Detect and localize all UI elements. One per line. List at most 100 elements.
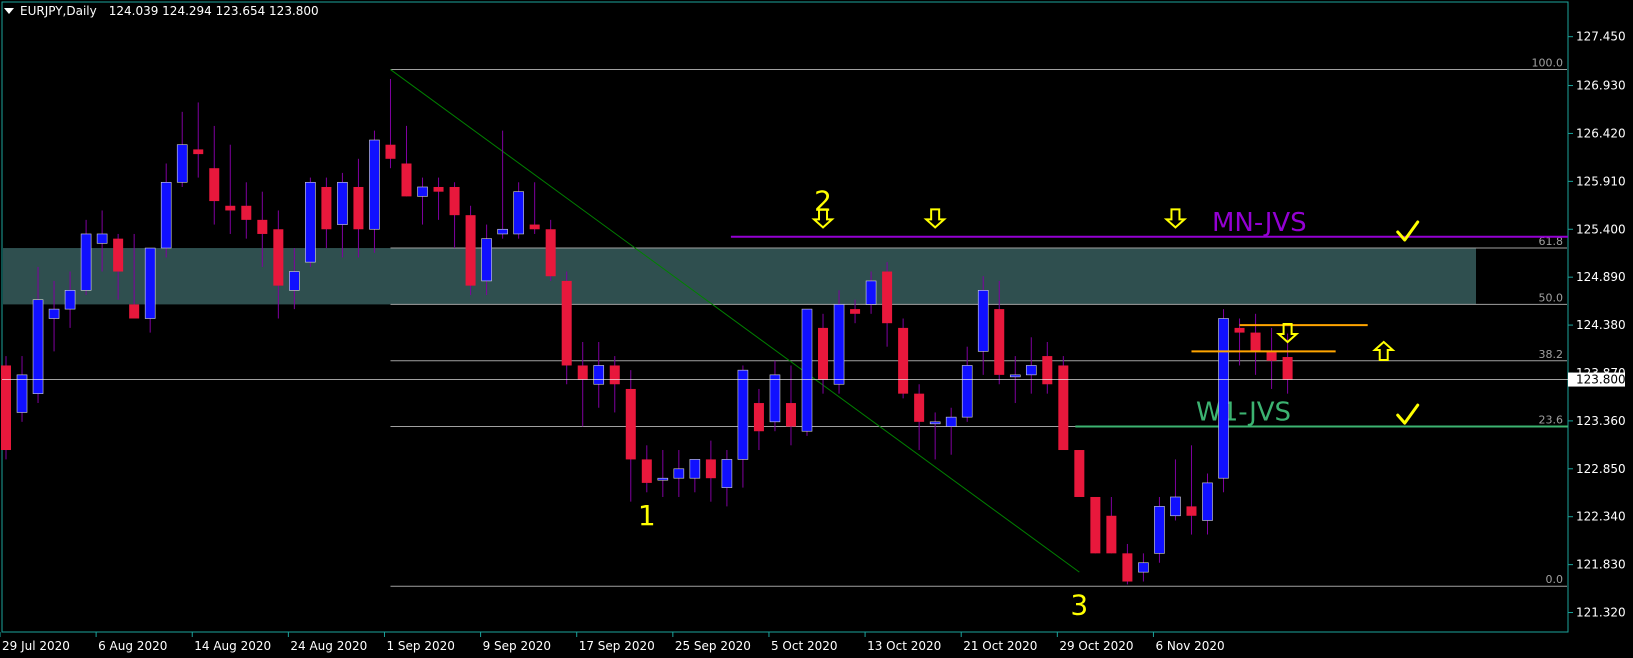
up-arrow-icon — [1372, 340, 1396, 361]
x-tick-label: 9 Sep 2020 — [483, 639, 551, 653]
y-tick-label: 124.890 — [1576, 270, 1626, 284]
bear-candle — [1042, 356, 1053, 385]
bull-candle — [1170, 496, 1181, 517]
x-tick-label: 25 Sep 2020 — [675, 639, 751, 653]
bull-candle — [96, 233, 108, 244]
bull-candle — [305, 181, 316, 263]
bear-candle — [818, 327, 829, 380]
plot-frame — [1, 1, 1569, 633]
bull-candle — [833, 304, 845, 385]
y-tick-label: 125.910 — [1576, 174, 1626, 188]
x-tick-label: 24 Aug 2020 — [290, 639, 367, 653]
bear-candle — [1122, 553, 1133, 582]
bull-candle — [593, 365, 605, 385]
bear-candle — [209, 168, 220, 202]
bear-candle — [225, 205, 236, 211]
price-chart[interactable]: 100.061.850.038.223.60.0MN-JVSW1-JVS2131… — [0, 0, 1633, 658]
wave-label: 3 — [1070, 588, 1088, 621]
bull-candle — [144, 247, 156, 319]
bull-candle — [337, 181, 348, 225]
bull-candle — [1009, 374, 1021, 378]
bear-candle — [1106, 515, 1117, 554]
bear-candle — [433, 186, 444, 192]
bull-candle — [160, 181, 172, 249]
bear-candle — [898, 327, 909, 394]
bull-candle — [64, 290, 76, 310]
fib-label: 23.6 — [1539, 414, 1564, 427]
bull-candle — [801, 308, 813, 432]
bear-candle — [465, 215, 476, 286]
x-tick-label: 29 Oct 2020 — [1059, 639, 1133, 653]
bull-candle — [1202, 482, 1213, 521]
bull-candle — [1218, 318, 1229, 479]
bull-candle — [961, 365, 973, 418]
bear-candle — [449, 186, 460, 216]
bull-candle — [657, 477, 669, 481]
resistance-zone — [3, 248, 1476, 305]
bear-candle — [385, 144, 396, 159]
bear-candle — [785, 403, 796, 427]
bull-candle — [80, 233, 92, 291]
bear-candle — [882, 271, 893, 324]
bear-candle — [994, 309, 1005, 375]
x-tick-label: 17 Sep 2020 — [579, 639, 655, 653]
trend-line — [390, 69, 1080, 573]
bear-candle — [353, 186, 364, 230]
bear-candle — [641, 459, 652, 483]
w1-jvs-label: W1-JVS — [1196, 398, 1291, 428]
wave-label: 1 — [638, 499, 656, 532]
bull-candle — [673, 468, 685, 479]
bull-candle — [1025, 365, 1037, 376]
bear-candle — [1, 365, 11, 451]
bull-candle — [737, 369, 749, 460]
wave-label: 2 — [814, 184, 832, 217]
bear-candle — [129, 304, 140, 319]
bear-candle — [321, 186, 332, 230]
bear-candle — [113, 238, 124, 272]
x-tick-label: 13 Oct 2020 — [867, 639, 941, 653]
bear-candle — [914, 393, 925, 422]
y-tick-label: 125.400 — [1576, 222, 1626, 236]
bear-candle — [193, 149, 204, 155]
bull-candle — [481, 238, 492, 282]
down-arrow-icon — [923, 208, 947, 229]
bear-candle — [609, 365, 620, 385]
bull-candle — [769, 374, 781, 423]
bear-candle — [273, 229, 284, 286]
bear-candle — [1250, 332, 1261, 352]
bull-candle — [929, 421, 941, 425]
bull-candle — [176, 144, 188, 183]
mn-jvs-label: MN-JVS — [1212, 208, 1307, 238]
current-price-value: 123.800 — [1576, 373, 1626, 387]
bear-candle — [1090, 496, 1101, 554]
y-tick-label: 121.320 — [1576, 606, 1626, 620]
bull-candle — [513, 191, 524, 235]
x-tick-label: 29 Jul 2020 — [2, 639, 70, 653]
bear-candle — [1234, 327, 1245, 333]
y-tick-label: 123.360 — [1576, 414, 1626, 428]
bear-candle — [705, 459, 716, 479]
y-tick-label: 126.930 — [1576, 79, 1626, 93]
bear-candle — [241, 205, 252, 220]
x-tick-label: 5 Oct 2020 — [771, 639, 838, 653]
bull-candle — [865, 280, 877, 305]
bull-candle — [48, 308, 60, 319]
bull-candle — [945, 416, 957, 427]
bear-candle — [545, 229, 556, 277]
fib-label: 50.0 — [1539, 291, 1564, 304]
bear-candle — [1186, 506, 1197, 516]
bear-candle — [257, 219, 268, 234]
bull-candle — [689, 459, 701, 479]
x-tick-label: 6 Nov 2020 — [1155, 639, 1224, 653]
bear-candle — [850, 309, 861, 314]
y-tick-label: 124.380 — [1576, 318, 1626, 332]
bull-candle — [417, 186, 428, 197]
bear-candle — [753, 403, 764, 432]
bear-candle — [561, 280, 572, 366]
bull-candle — [16, 374, 28, 413]
bear-candle — [401, 163, 412, 197]
bull-candle — [1154, 506, 1165, 554]
bear-candle — [1282, 357, 1293, 380]
fib-label: 0.0 — [1546, 573, 1564, 586]
bull-candle — [977, 290, 989, 352]
